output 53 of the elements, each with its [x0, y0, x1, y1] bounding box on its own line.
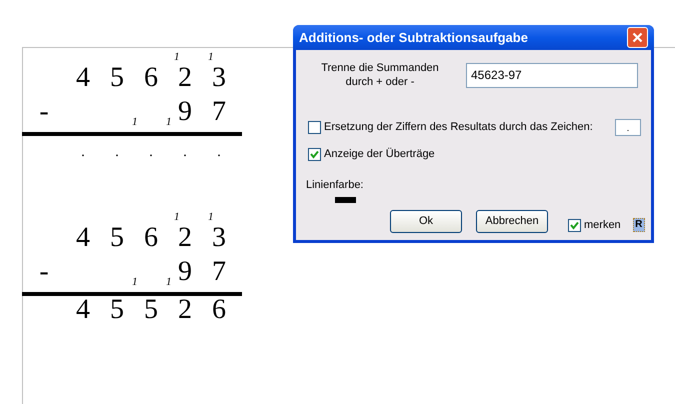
digit: 6 [144, 64, 158, 92]
result-digit: 4 [76, 296, 90, 324]
result-digit: 6 [212, 296, 226, 324]
minus-sign: - [39, 258, 49, 286]
remember-label: merken [584, 218, 621, 233]
digit: 7 [212, 98, 226, 126]
placeholder-dot: . [115, 146, 119, 160]
window-title: Additions- oder Subtraktionsaufgabe [299, 28, 528, 47]
checkbox[interactable] [568, 218, 581, 232]
carry-digit: 1 [132, 277, 138, 288]
digit: 2 [178, 64, 192, 92]
check-icon [570, 220, 579, 230]
carry-digit: 1 [174, 52, 180, 63]
result-digit: 5 [110, 296, 124, 324]
placeholder-dot: . [217, 146, 221, 160]
digit: 9 [178, 258, 192, 286]
line-color-swatch[interactable] [335, 197, 356, 203]
carry-digit: 1 [208, 212, 214, 223]
digit: 6 [144, 224, 158, 252]
summands-field[interactable]: 45623-97 [466, 62, 638, 88]
digit: 2 [178, 224, 192, 252]
line-color-label: Linienfarbe: [306, 178, 364, 192]
carry-digit: 1 [132, 117, 138, 128]
placeholder-dot: . [183, 146, 187, 160]
minus-sign: - [39, 98, 49, 126]
summands-label: Trenne die Summanden durch + oder - [320, 61, 440, 89]
carry-digit: 1 [174, 212, 180, 223]
close-button[interactable] [627, 27, 648, 48]
digit: 7 [212, 258, 226, 286]
placeholder-dot: . [81, 146, 85, 160]
check-icon [310, 150, 319, 159]
cancel-button[interactable]: Abbrechen [476, 210, 548, 233]
digit: 3 [212, 64, 226, 92]
placeholder-dot: . [149, 146, 153, 160]
digit: 4 [76, 224, 90, 252]
replace-label: Ersetzung der Ziffern des Resultats durch das Zeichen: [324, 120, 593, 136]
ok-button[interactable]: Ok [390, 210, 462, 233]
digit: 3 [212, 224, 226, 252]
result-digit: 5 [144, 296, 158, 324]
r-button[interactable]: R [632, 218, 645, 232]
digit: 5 [110, 64, 124, 92]
replacement-char-field[interactable]: . [615, 119, 641, 136]
carry-digit: 1 [166, 117, 172, 128]
result-digit: 2 [178, 296, 192, 324]
close-icon [632, 32, 643, 43]
checkbox[interactable] [308, 121, 321, 134]
digit: 5 [110, 224, 124, 252]
carries-label: Anzeige der Überträge [324, 146, 435, 162]
digit: 9 [178, 98, 192, 126]
carry-digit: 1 [166, 277, 172, 288]
carry-digit: 1 [208, 52, 214, 63]
checkbox[interactable] [308, 148, 321, 161]
digit: 4 [76, 64, 90, 92]
